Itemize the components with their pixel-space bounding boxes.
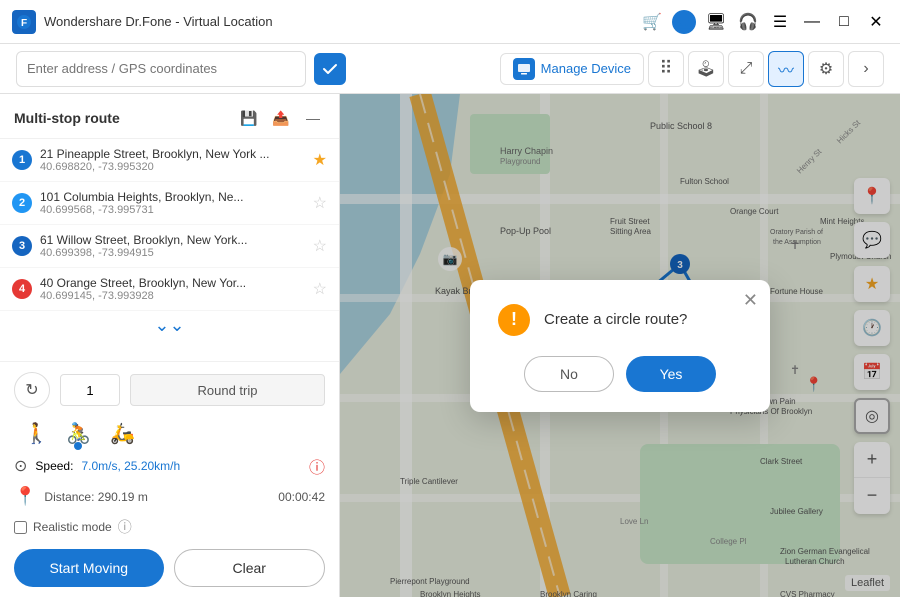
panel-save-icon[interactable]: 💾 [237,106,261,130]
route-info-1: 21 Pineapple Street, Brooklyn, New York … [40,147,305,173]
dialog-no-button[interactable]: No [524,356,614,392]
joystick-button[interactable]: 🕹 [688,51,724,87]
dialog-actions: No Yes [498,356,742,392]
dialog-close-button[interactable]: ✕ [743,290,758,311]
route-info-2: 101 Columbia Heights, Brooklyn, Ne... 40… [40,190,305,216]
main-layout: Multi-stop route 💾 📤 — 1 21 Pineapple St… [0,94,900,597]
window-controls: 🛒 👤 🖥 🎧 ☰ — □ ✕ [640,10,888,34]
moped-transport-button[interactable]: 🛵 [108,418,136,446]
more-button[interactable]: › [848,51,884,87]
monitor-icon[interactable]: 🖥 [704,10,728,34]
duration-label: 00:00:42 [278,490,325,504]
title-bar: F Wondershare Dr.Fone - Virtual Location… [0,0,900,44]
left-panel: Multi-stop route 💾 📤 — 1 21 Pineapple St… [0,94,340,597]
panel-export-icon[interactable]: 📤 [269,106,293,130]
dialog-text: Create a circle route? [544,311,687,328]
realistic-mode-row: Realistic mode ⓘ [14,517,325,537]
star-filled-1[interactable]: ★ [313,150,327,170]
route-info-4: 40 Orange Street, Brooklyn, New Yor... 4… [40,276,305,302]
app-title: Wondershare Dr.Fone - Virtual Location [44,14,640,29]
bike-transport-button[interactable]: 🚴 [64,418,92,446]
map-area[interactable]: 1 2 3 4 Harry Chapin Playground Public S… [340,94,900,597]
dialog-content: ! Create a circle route? [498,304,742,336]
search-input[interactable] [27,61,295,76]
route-number-1: 1 [12,150,32,170]
route-address-4: 40 Orange Street, Brooklyn, New Yor... [40,276,305,290]
svg-text:🛵: 🛵 [110,422,135,445]
dialog-box: ✕ ! Create a circle route? No Yes [470,280,770,412]
walk-transport-button[interactable]: 🚶 [20,418,48,446]
route-coords-2: 40.699568, -73.995731 [40,204,305,216]
route-button[interactable]: 〰 [768,51,804,87]
route-address-2: 101 Columbia Heights, Brooklyn, Ne... [40,190,305,204]
minimize-button[interactable]: — [800,10,824,34]
panel-header: Multi-stop route 💾 📤 — [0,94,339,139]
route-coords-3: 40.699398, -73.994915 [40,247,305,259]
speed-icon: ⊙ [14,456,27,476]
settings-button[interactable]: ⚙ [808,51,844,87]
manage-device-icon [513,58,535,80]
distance-row: 📍 Distance: 290.19 m 00:00:42 [14,486,325,507]
teleport-button[interactable]: ⤢ [728,51,764,87]
loop-icon: ↻ [14,372,50,408]
toolbar: Manage Device ⠿ 🕹 ⤢ 〰 ⚙ › [0,44,900,94]
star-empty-4[interactable]: ☆ [313,279,327,299]
start-moving-button[interactable]: Start Moving [14,549,164,587]
star-empty-3[interactable]: ☆ [313,236,327,256]
speed-row: ⊙ Speed: 7.0m/s, 25.20km/h ⓘ [14,454,325,478]
app-logo: F [12,10,36,34]
loop-row: ↻ Round trip [14,372,325,408]
cart-icon[interactable]: 🛒 [640,10,664,34]
user-icon[interactable]: 👤 [672,10,696,34]
menu-icon[interactable]: ☰ [768,10,792,34]
realistic-mode-checkbox[interactable] [14,521,27,534]
route-number-2: 2 [12,193,32,213]
route-item: 2 101 Columbia Heights, Brooklyn, Ne... … [0,182,339,225]
route-address-1: 21 Pineapple Street, Brooklyn, New York … [40,147,305,161]
dialog-warning-icon: ! [498,304,530,336]
panel-header-icons: 💾 📤 — [237,106,325,130]
route-info-3: 61 Willow Street, Brooklyn, New York... … [40,233,305,259]
svg-text:🚶: 🚶 [24,421,48,445]
active-transport-dot [74,442,82,450]
realistic-mode-label: Realistic mode [33,520,112,534]
controls-section: ↻ Round trip 🚶 🚴 🛵 ⊙ Spee [0,361,339,597]
manage-device-button[interactable]: Manage Device [500,53,644,85]
search-button[interactable] [314,53,346,85]
distance-label: Distance: 290.19 m [44,490,147,504]
round-trip-button[interactable]: Round trip [130,374,325,406]
route-number-3: 3 [12,236,32,256]
route-address-3: 61 Willow Street, Brooklyn, New York... [40,233,305,247]
headset-icon[interactable]: 🎧 [736,10,760,34]
svg-text:F: F [21,18,27,29]
route-coords-4: 40.699145, -73.993928 [40,290,305,302]
manage-device-label: Manage Device [541,61,631,76]
panel-close-icon[interactable]: — [301,106,325,130]
expand-arrow[interactable]: ⌄⌄ [0,311,339,340]
realistic-info-icon[interactable]: ⓘ [118,517,132,537]
speed-info-icon[interactable]: ⓘ [309,454,325,478]
route-item: 1 21 Pineapple Street, Brooklyn, New Yor… [0,139,339,182]
toolbar-right: Manage Device ⠿ 🕹 ⤢ 〰 ⚙ › [500,51,884,87]
dots-grid-button[interactable]: ⠿ [648,51,684,87]
route-item: 3 61 Willow Street, Brooklyn, New York..… [0,225,339,268]
transport-row: 🚶 🚴 🛵 [14,418,325,446]
route-number-4: 4 [12,279,32,299]
dialog-overlay: ✕ ! Create a circle route? No Yes [340,94,900,597]
route-list: 1 21 Pineapple Street, Brooklyn, New Yor… [0,139,339,361]
route-item: 4 40 Orange Street, Brooklyn, New Yor...… [0,268,339,311]
dialog-yes-button[interactable]: Yes [626,356,716,392]
star-empty-2[interactable]: ☆ [313,193,327,213]
distance-icon: 📍 [14,486,36,507]
loop-count-input[interactable] [60,374,120,406]
route-coords-1: 40.698820, -73.995320 [40,161,305,173]
action-row: Start Moving Clear [14,549,325,587]
clear-button[interactable]: Clear [174,549,326,587]
speed-label: Speed: [35,459,73,473]
speed-value: 7.0m/s, 25.20km/h [81,459,180,473]
close-button[interactable]: ✕ [864,10,888,34]
search-wrapper [16,51,306,87]
panel-title: Multi-stop route [14,110,237,126]
maximize-button[interactable]: □ [832,10,856,34]
